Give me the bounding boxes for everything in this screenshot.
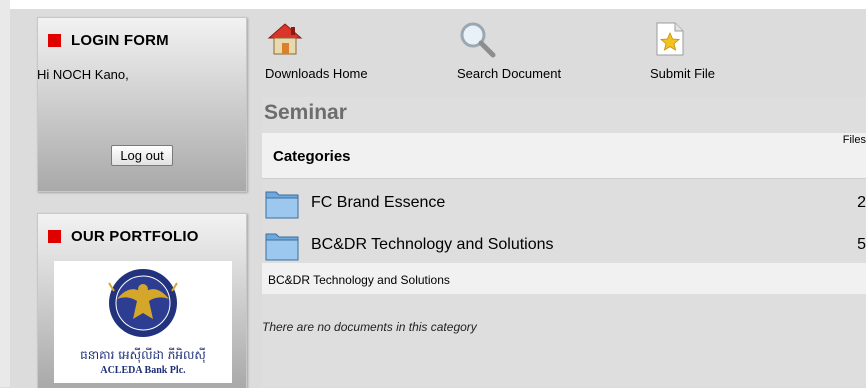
page-left-strip [0,0,10,387]
downloads-home-label[interactable]: Downloads Home [265,66,368,81]
portfolio-module: OUR PORTFOLIO ធនាគារ អេស៊ីលីដា ភីអិលស៊ី … [37,213,247,388]
logout-button[interactable]: Log out [111,145,173,166]
portfolio-header: OUR PORTFOLIO [48,227,199,245]
subcategory-label: BC&DR Technology and Solutions [268,273,450,287]
search-document-link[interactable] [458,20,498,65]
red-square-icon [48,33,61,47]
search-icon [460,22,496,58]
files-column-header: Files [842,134,866,146]
folder-icon [265,191,299,219]
downloads-home-link[interactable] [266,20,304,63]
categories-header: Categories Files [262,133,866,179]
login-form-module: LOGIN FORM Hi NOCH Kano, Log out [37,17,247,192]
category-file-count: 2 [857,194,866,211]
login-form-header: LOGIN FORM [48,31,169,49]
subcategory-breadcrumb-bar: BC&DR Technology and Solutions [262,263,866,294]
folder-icon [265,233,299,261]
login-form-title: LOGIN FORM [71,31,169,49]
submit-file-icon [656,22,684,56]
category-name-link[interactable]: BC&DR Technology and Solutions [311,236,554,254]
categories-header-label: Categories [273,148,351,165]
portfolio-title: OUR PORTFOLIO [71,227,199,245]
category-row[interactable]: BC&DR Technology and Solutions 5 [262,226,866,262]
empty-category-message: There are no documents in this category [262,320,477,334]
category-name-link[interactable]: FC Brand Essence [311,194,445,212]
section-title: Seminar [264,101,347,124]
search-document-label[interactable]: Search Document [457,66,561,81]
acleda-logo-card[interactable]: ធនាគារ អេស៊ីលីដា ភីអិលស៊ី ACLEDA Bank Pl… [54,261,232,383]
submit-file-link[interactable] [654,20,686,63]
category-row[interactable]: FC Brand Essence 2 [262,184,866,220]
home-icon [267,23,303,55]
category-file-count: 5 [857,236,866,253]
acleda-logo-emblem-icon [108,269,178,337]
user-greeting: Hi NOCH Kano, [37,67,129,82]
logo-khmer-text: ធនាគារ អេស៊ីលីដា ភីអិលស៊ី [80,348,206,362]
logo-english-text: ACLEDA Bank Plc. [100,365,186,376]
red-square-icon [48,229,61,243]
page-top-band [10,0,866,9]
submit-file-label[interactable]: Submit File [650,66,715,81]
